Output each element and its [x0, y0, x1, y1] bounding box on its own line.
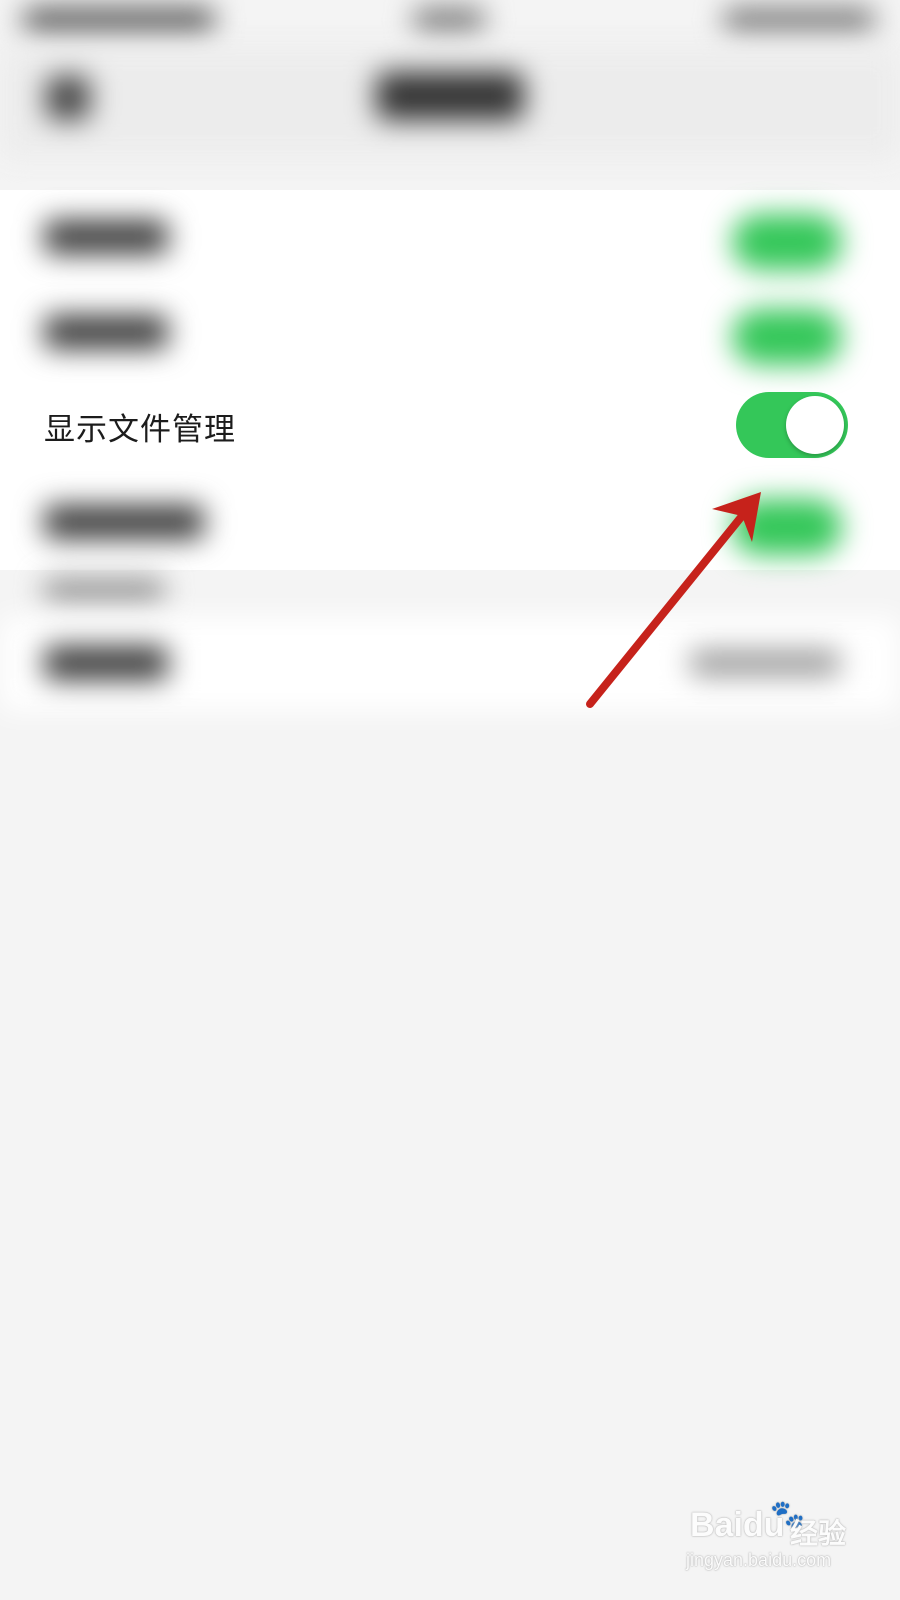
nav-bar: [0, 48, 900, 158]
settings-row-label: [44, 646, 168, 680]
settings-row-label: [44, 315, 168, 349]
settings-row-blurred[interactable]: [0, 190, 900, 285]
settings-row-label: [44, 505, 204, 539]
status-bar: [0, 0, 900, 48]
status-bar-center: [414, 8, 484, 32]
settings-row-toggle[interactable]: [732, 499, 842, 555]
status-bar-right: [724, 8, 874, 32]
settings-list-secondary: [0, 616, 900, 712]
status-bar-left: [24, 8, 214, 32]
page-title: [376, 72, 524, 120]
back-icon[interactable]: [46, 76, 90, 120]
settings-row-toggle[interactable]: [732, 214, 842, 270]
watermark: Baidu 🐾 经验 jingyan.baidu.com: [680, 1498, 880, 1578]
settings-row-show-file-management[interactable]: 显示文件管理: [0, 380, 900, 475]
toggle-knob: [786, 396, 844, 454]
show-file-management-toggle[interactable]: [736, 392, 848, 458]
settings-row-blurred[interactable]: [0, 475, 900, 570]
settings-row-value: [690, 650, 840, 676]
section-header: [44, 580, 164, 602]
settings-row-toggle[interactable]: [732, 309, 842, 365]
settings-row-label: 显示文件管理: [44, 412, 236, 448]
watermark-domain: jingyan.baidu.com: [686, 1550, 832, 1570]
watermark-brand-cn: 经验: [790, 1517, 847, 1550]
settings-row-label: [44, 220, 168, 254]
settings-row-blurred[interactable]: [0, 285, 900, 380]
